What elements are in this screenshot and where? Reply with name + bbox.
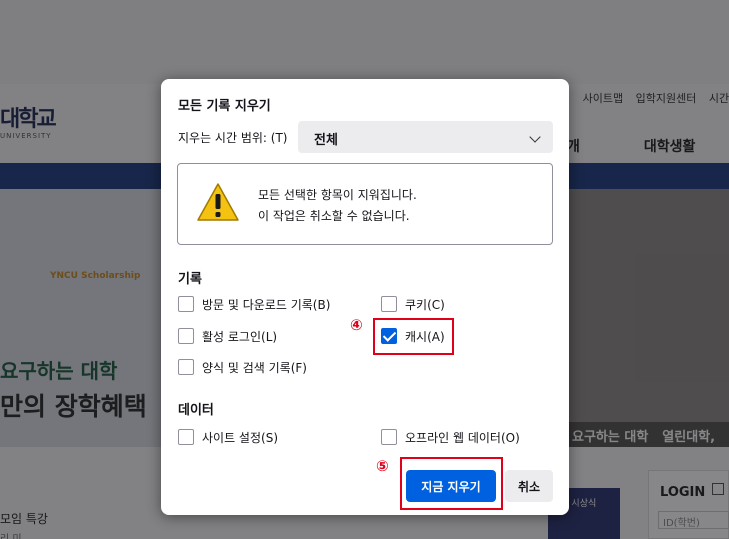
checkbox-box[interactable]: [381, 296, 397, 312]
data-heading: 데이터: [178, 403, 214, 418]
warning-text-line1: 모든 선택한 항목이 지워집니다.: [258, 188, 417, 202]
checkbox-label: 오프라인 웹 데이터(O): [405, 431, 520, 445]
warning-icon: [197, 183, 239, 221]
clear-history-dialog: 모든 기록 지우기 지우는 시간 범위: (T) 전체 모든 선택한 항목이 지…: [161, 79, 569, 515]
warning-box: 모든 선택한 항목이 지워집니다. 이 작업은 취소할 수 없습니다.: [177, 163, 553, 245]
time-range-value: 전체: [314, 133, 338, 148]
checkbox-form-search-history[interactable]: 양식 및 검색 기록(F): [178, 358, 378, 378]
checkbox-box[interactable]: [178, 429, 194, 445]
warning-text-line2: 이 작업은 취소할 수 없습니다.: [258, 209, 410, 223]
checkbox-box[interactable]: [178, 296, 194, 312]
step-4-marker: ④: [350, 316, 363, 334]
checkbox-label: 양식 및 검색 기록(F): [202, 361, 307, 375]
step-5-marker: ⑤: [376, 457, 389, 475]
checkbox-label: 활성 로그인(L): [202, 330, 278, 344]
checkbox-offline-web-data[interactable]: 오프라인 웹 데이터(O): [381, 428, 561, 448]
chevron-down-icon: [529, 131, 541, 143]
highlight-box-cache: [373, 318, 454, 355]
highlight-box-clear-now: [400, 457, 503, 510]
checkbox-active-logins[interactable]: 활성 로그인(L): [178, 327, 378, 347]
checkbox-label: 방문 및 다운로드 기록(B): [202, 298, 331, 312]
checkbox-box[interactable]: [178, 359, 194, 375]
dialog-title: 모든 기록 지우기: [178, 99, 271, 114]
history-heading: 기록: [178, 272, 202, 287]
checkbox-browsing-history[interactable]: 방문 및 다운로드 기록(B): [178, 295, 378, 315]
checkbox-cookies[interactable]: 쿠키(C): [381, 295, 501, 315]
checkbox-label: 사이트 설정(S): [202, 431, 278, 445]
time-range-select[interactable]: 전체: [298, 121, 553, 153]
checkbox-label: 쿠키(C): [405, 298, 445, 312]
time-range-label: 지우는 시간 범위: (T): [178, 131, 288, 145]
cancel-button[interactable]: 취소: [505, 470, 553, 502]
checkbox-box[interactable]: [178, 328, 194, 344]
checkbox-box[interactable]: [381, 429, 397, 445]
checkbox-site-settings[interactable]: 사이트 설정(S): [178, 428, 378, 448]
